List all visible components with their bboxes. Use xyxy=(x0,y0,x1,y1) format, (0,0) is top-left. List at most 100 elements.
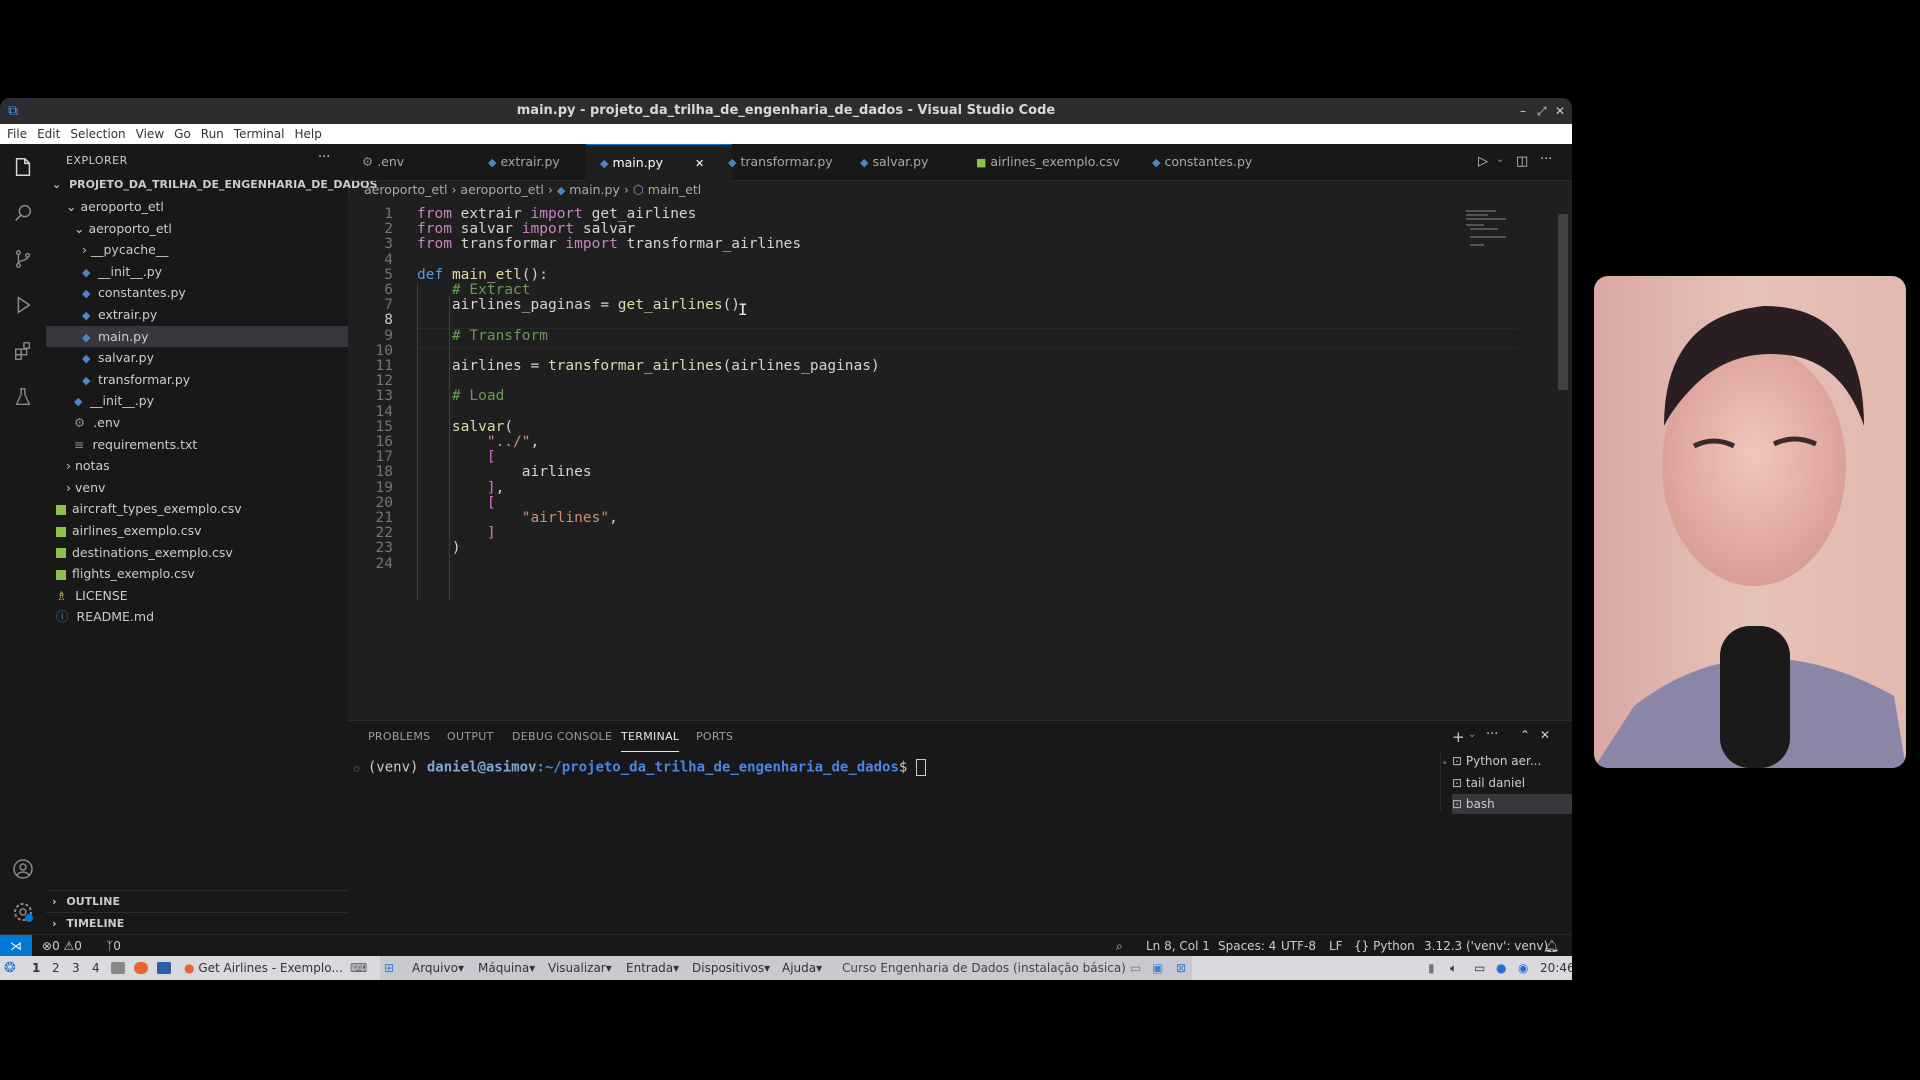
search-icon[interactable] xyxy=(0,190,46,236)
update-icon[interactable]: ◉ xyxy=(1518,956,1528,980)
app-icon[interactable] xyxy=(157,962,171,974)
extensions-icon[interactable] xyxy=(0,328,46,374)
menu-view[interactable]: View xyxy=(136,127,164,141)
editor-scrollbar[interactable] xyxy=(1558,214,1568,390)
code-editor[interactable]: 1 from extrair import get_airlines 2 from s… xyxy=(348,200,1572,720)
vm-menu-maquina[interactable]: Máquina▾ xyxy=(478,956,535,980)
menu-help[interactable]: Help xyxy=(295,127,322,141)
tab-debug-console[interactable]: DEBUG CONSOLE xyxy=(512,721,612,753)
tab-output[interactable]: OUTPUT xyxy=(447,721,494,753)
file-tree-item[interactable]: ⌄ aeroporto_etl xyxy=(46,196,348,218)
notifications-bell-icon[interactable]: 🔔︎ xyxy=(1544,935,1559,957)
file-tree-item[interactable]: flights_exemplo.csv xyxy=(46,563,348,585)
close-tab-icon[interactable]: ✕ xyxy=(695,157,704,170)
vm-close-icon[interactable]: ⊠ xyxy=(1176,956,1186,980)
source-control-icon[interactable] xyxy=(0,236,46,282)
workspace-1[interactable]: 1 xyxy=(32,956,40,980)
explorer-more-icon[interactable]: ··· xyxy=(318,150,330,165)
new-terminal-icon[interactable]: + xyxy=(1452,728,1465,746)
explorer-icon[interactable] xyxy=(0,144,46,190)
file-tree-item[interactable]: › notas xyxy=(46,455,348,477)
start-menu-icon[interactable]: ❂ xyxy=(4,956,16,980)
encoding[interactable]: UTF-8 xyxy=(1281,935,1316,957)
menu-go[interactable]: Go xyxy=(174,127,191,141)
close-panel-icon[interactable]: ✕ xyxy=(1540,728,1550,742)
vm-screen-icon[interactable]: ▣ xyxy=(1152,956,1163,980)
indentation[interactable]: Spaces: 4 xyxy=(1218,935,1276,957)
file-tree-item[interactable]: › venv xyxy=(46,477,348,499)
file-manager-icon[interactable] xyxy=(111,962,125,974)
tab-extrair[interactable]: ◆ extrair.py xyxy=(474,144,592,180)
terminal-item-bash[interactable]: ⊡ bash xyxy=(1452,794,1572,814)
file-tree-item[interactable]: destinations_exemplo.csv xyxy=(46,542,348,564)
tab-env[interactable]: ⚙ .env xyxy=(348,144,488,180)
vm-menu-entrada[interactable]: Entrada▾ xyxy=(626,956,679,980)
tab-problems[interactable]: PROBLEMS xyxy=(368,721,430,753)
tab-terminal[interactable]: TERMINAL xyxy=(621,721,680,752)
workspace-3[interactable]: 3 xyxy=(72,956,80,980)
file-tree-item[interactable]: airlines_exemplo.csv xyxy=(46,520,348,542)
tab-transformar[interactable]: ◆ transformar.py xyxy=(714,144,858,180)
file-tree-item[interactable]: ◆ salvar.py xyxy=(46,347,348,369)
more-actions-icon[interactable]: ··· xyxy=(1540,152,1552,167)
file-tree-item[interactable]: ♗ LICENSE xyxy=(46,585,348,607)
file-tree-item[interactable]: ◆ main.py xyxy=(46,325,348,348)
vm-menu-ajuda[interactable]: Ajuda▾ xyxy=(782,956,822,980)
run-debug-icon[interactable] xyxy=(0,282,46,328)
menu-terminal[interactable]: Terminal xyxy=(234,127,285,141)
close-icon[interactable]: ✕ xyxy=(1555,98,1565,124)
explorer-root-folder[interactable]: ⌄ PROJETO_DA_TRILHA_DE_ENGENHARIA_DE_DAD… xyxy=(46,174,377,196)
maximize-icon[interactable]: ⤢ xyxy=(1537,98,1547,124)
chevron-down-icon[interactable]: ⌄ xyxy=(1468,729,1476,740)
outline-section[interactable]: › OUTLINE xyxy=(46,890,348,913)
breadcrumb-symbol[interactable]: main_etl xyxy=(648,182,702,197)
ports-indicator[interactable]: ᛉ0 xyxy=(106,935,121,957)
file-tree-item[interactable]: ◆ extrair.py xyxy=(46,304,348,326)
terminal-output[interactable]: ○ (venv) daniel@asimov:~/projeto_da_tril… xyxy=(354,759,926,776)
zoom-icon[interactable]: ⌕ xyxy=(1116,935,1123,957)
tab-ports[interactable]: PORTS xyxy=(696,721,733,753)
file-tree-item[interactable]: › __pycache__ xyxy=(46,239,348,261)
maximize-panel-icon[interactable]: ⌃ xyxy=(1520,728,1530,742)
workspace-4[interactable]: 4 xyxy=(92,956,100,980)
testing-icon[interactable] xyxy=(0,374,46,420)
settings-gear-icon[interactable] xyxy=(0,889,46,935)
clock[interactable]: 20:46 xyxy=(1540,956,1572,980)
account-icon[interactable] xyxy=(0,846,46,892)
breadcrumb-folder[interactable]: aeroporto_etl xyxy=(460,182,543,197)
run-dropdown-icon[interactable]: ⌄ xyxy=(1496,154,1504,165)
split-editor-icon[interactable]: ◫ xyxy=(1516,154,1528,169)
vm-status-icon[interactable]: ▭ xyxy=(1130,956,1141,980)
tab-constantes[interactable]: ◆ constantes.py xyxy=(1138,144,1282,180)
taskbar-window-browser[interactable]: ● Get Airlines - Exemplo... xyxy=(184,956,343,980)
file-tree-item[interactable]: ⚙ .env xyxy=(46,412,348,434)
tray-app-icon[interactable]: ▮ xyxy=(1428,956,1435,980)
vm-menu-arquivo[interactable]: Arquivo▾ xyxy=(412,956,464,980)
tab-salvar[interactable]: ◆ salvar.py xyxy=(846,144,964,180)
display-icon[interactable]: ▭ xyxy=(1474,956,1485,980)
minimap[interactable] xyxy=(1466,208,1516,252)
breadcrumb-folder[interactable]: aeroporto_etl xyxy=(364,182,447,197)
more-actions-icon[interactable]: ··· xyxy=(1486,727,1498,742)
firefox-icon[interactable] xyxy=(134,962,148,974)
file-tree-item[interactable]: ⓘ README.md xyxy=(46,606,348,628)
remote-indicator-icon[interactable]: ⋊ xyxy=(0,935,32,957)
run-file-icon[interactable]: ▷ xyxy=(1478,154,1488,169)
terminal-item-tail[interactable]: ⊡ tail daniel xyxy=(1452,773,1570,793)
menu-selection[interactable]: Selection xyxy=(70,127,125,141)
file-tree-item[interactable]: ≡ requirements.txt xyxy=(46,434,348,456)
file-tree-item[interactable]: ◆ transformar.py xyxy=(46,369,348,391)
menu-edit[interactable]: Edit xyxy=(37,127,60,141)
errors-indicator[interactable]: ⊗0 ⚠0 xyxy=(42,935,82,957)
vm-menu-visualizar[interactable]: Visualizar▾ xyxy=(548,956,612,980)
file-tree-item[interactable]: ◆ __init__.py xyxy=(46,390,348,412)
file-tree-item[interactable]: ⌄ aeroporto_etl xyxy=(46,218,348,240)
timeline-section[interactable]: › TIMELINE xyxy=(46,912,348,935)
tab-main[interactable]: ◆ main.py ✕ xyxy=(586,144,732,181)
workspace-2[interactable]: 2 xyxy=(52,956,60,980)
end-of-line[interactable]: LF xyxy=(1329,935,1343,957)
tab-airlines-csv[interactable]: ■ airlines_exemplo.csv xyxy=(962,144,1140,180)
menu-run[interactable]: Run xyxy=(201,127,224,141)
terminal-item-python[interactable]: ⊡ Python aer... xyxy=(1452,751,1570,771)
cursor-position[interactable]: Ln 8, Col 1 xyxy=(1146,935,1210,957)
